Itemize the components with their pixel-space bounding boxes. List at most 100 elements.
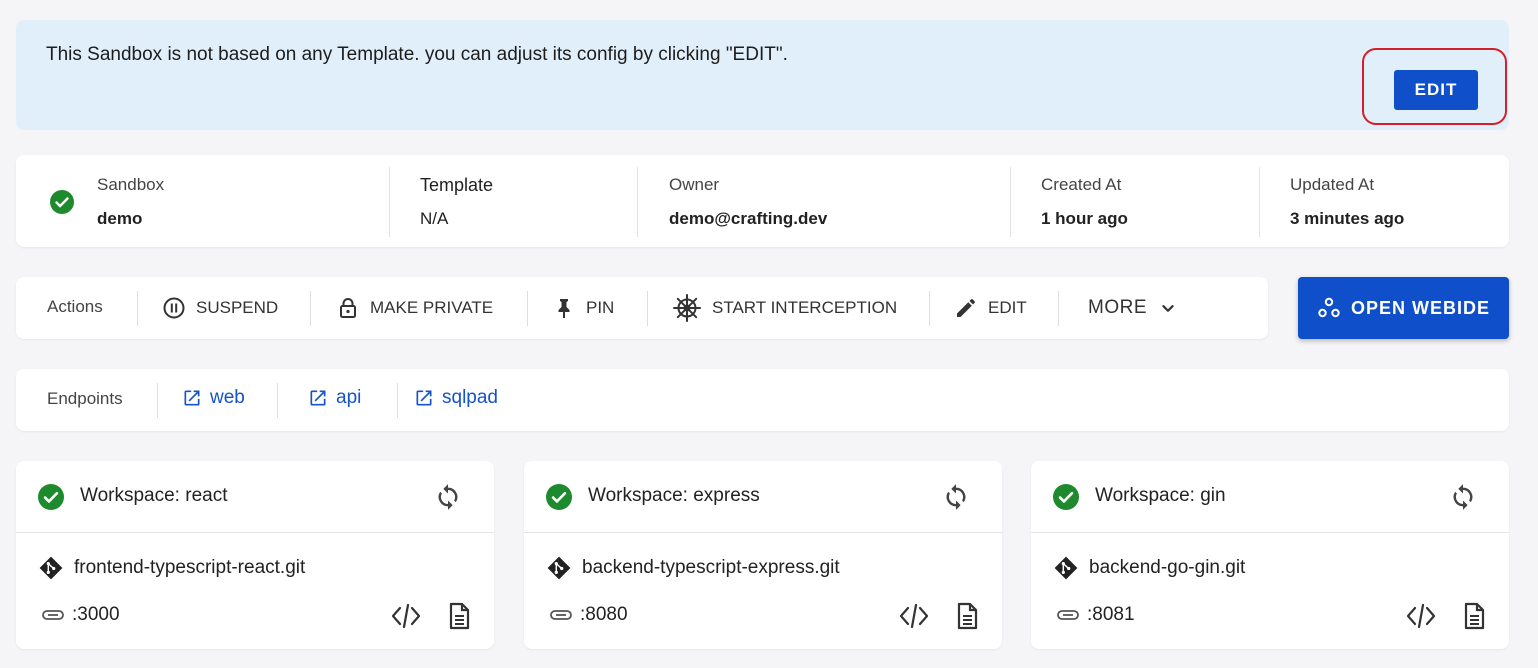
more-label: MORE [1088,297,1147,318]
template-info: Template N/A [389,167,637,237]
port-row: :8080 [550,604,628,626]
more-menu-button[interactable]: MORE [1088,289,1179,327]
endpoints-bar: Endpoints web api sqlpad [16,369,1509,431]
edit-button[interactable]: EDIT [954,289,1027,327]
code-icon[interactable] [390,602,422,630]
banner-message: This Sandbox is not based on any Templat… [46,44,788,65]
repo-name[interactable]: backend-go-gin.git [1089,557,1245,579]
endpoint-link-web[interactable]: web [182,387,245,409]
workspace-header: Workspace: express [524,461,1002,533]
divider [157,383,158,418]
suspend-button[interactable]: SUSPEND [162,289,278,327]
port-icon [1057,610,1079,620]
divider [647,291,648,326]
port-value: :8081 [1087,604,1135,625]
workspace-title: Workspace: express [588,485,760,506]
git-icon [39,556,63,580]
nodes-icon [1318,297,1340,318]
sync-icon[interactable] [1449,483,1477,511]
pin-icon [558,299,570,318]
created-info: Created At 1 hour ago [1010,167,1259,237]
workspace-header: Workspace: gin [1031,461,1509,533]
pin-button[interactable]: PIN [552,289,614,327]
workspace-actions [898,602,978,630]
workspace-actions [1405,602,1485,630]
owner-label: Owner [669,175,720,194]
updated-label: Updated At [1290,175,1375,194]
document-icon[interactable] [448,602,470,630]
updated-value: 3 minutes ago [1290,209,1405,228]
port-value: :3000 [72,604,120,625]
divider [137,291,138,326]
divider [929,291,930,326]
divider [527,291,528,326]
external-link-icon [310,390,326,406]
lock-icon [340,298,356,318]
check-circle-icon [1053,484,1079,510]
repo-row: backend-typescript-express.git [546,555,840,581]
updated-info: Updated At 3 minutes ago [1259,167,1499,237]
actions-label: Actions [47,297,103,316]
start-interception-button[interactable]: START INTERCEPTION [672,289,897,327]
endpoint-link-sqlpad[interactable]: sqlpad [414,387,498,409]
endpoint-label: api [336,387,362,408]
actions-bar: Actions SUSPEND MAKE PRIVATE PIN START I… [16,277,1268,339]
divider [310,291,311,326]
check-circle-icon [38,484,64,510]
repo-row: backend-go-gin.git [1053,555,1245,581]
sandbox-info-card: Sandbox demo Template N/A Owner demo@cra… [16,155,1509,247]
divider [397,383,398,418]
document-icon[interactable] [1463,602,1485,630]
document-icon[interactable] [956,602,978,630]
git-icon [1054,556,1078,580]
sync-icon[interactable] [434,483,462,511]
edit-label: EDIT [988,298,1027,317]
sync-icon[interactable] [942,483,970,511]
template-value: N/A [420,209,449,228]
workspace-title: Workspace: gin [1095,485,1226,506]
pin-label: PIN [586,298,615,317]
make-private-button[interactable]: MAKE PRIVATE [336,289,493,327]
port-row: :8081 [1057,604,1135,626]
endpoint-link-api[interactable]: api [308,387,361,409]
workspace-header: Workspace: react [16,461,494,533]
template-label: Template [420,175,494,195]
sandbox-info: Sandbox demo [97,167,387,237]
created-label: Created At [1041,175,1122,194]
workspace-card-gin: Workspace: gin backend-go-gin.git :8081 [1031,461,1509,649]
port-icon [42,610,64,620]
code-icon[interactable] [898,602,930,630]
workspace-actions [390,602,470,630]
external-link-icon [416,390,432,406]
repo-name[interactable]: frontend-typescript-react.git [74,557,305,579]
endpoint-label: web [210,387,245,408]
port-icon [550,610,572,620]
repo-row: frontend-typescript-react.git [38,555,305,581]
sandbox-label: Sandbox [97,175,165,194]
check-circle-icon [50,190,74,214]
check-circle-icon [546,484,572,510]
workspace-title: Workspace: react [80,485,228,506]
divider [277,383,278,418]
open-webide-label: OPEN WEBIDE [1350,297,1490,318]
start-interception-label: START INTERCEPTION [712,298,898,317]
workspace-card-react: Workspace: react frontend-typescript-rea… [16,461,494,649]
workspace-card-express: Workspace: express backend-typescript-ex… [524,461,1002,649]
banner-edit-button[interactable]: EDIT [1394,70,1478,110]
sandbox-value: demo [97,209,143,228]
created-value: 1 hour ago [1041,209,1128,228]
make-private-label: MAKE PRIVATE [370,298,494,317]
template-notice-banner: This Sandbox is not based on any Templat… [16,20,1509,130]
external-link-icon [184,390,200,406]
endpoint-label: sqlpad [442,387,498,408]
helm-wheel-icon [673,294,701,322]
pause-circle-icon [163,297,185,319]
port-row: :3000 [42,604,120,626]
open-webide-button[interactable]: OPEN WEBIDE [1298,277,1509,339]
code-icon[interactable] [1405,602,1437,630]
endpoints-label: Endpoints [47,389,123,408]
suspend-label: SUSPEND [196,298,279,317]
git-icon [547,556,571,580]
owner-info: Owner demo@crafting.dev [637,167,1010,237]
repo-name[interactable]: backend-typescript-express.git [582,557,840,579]
